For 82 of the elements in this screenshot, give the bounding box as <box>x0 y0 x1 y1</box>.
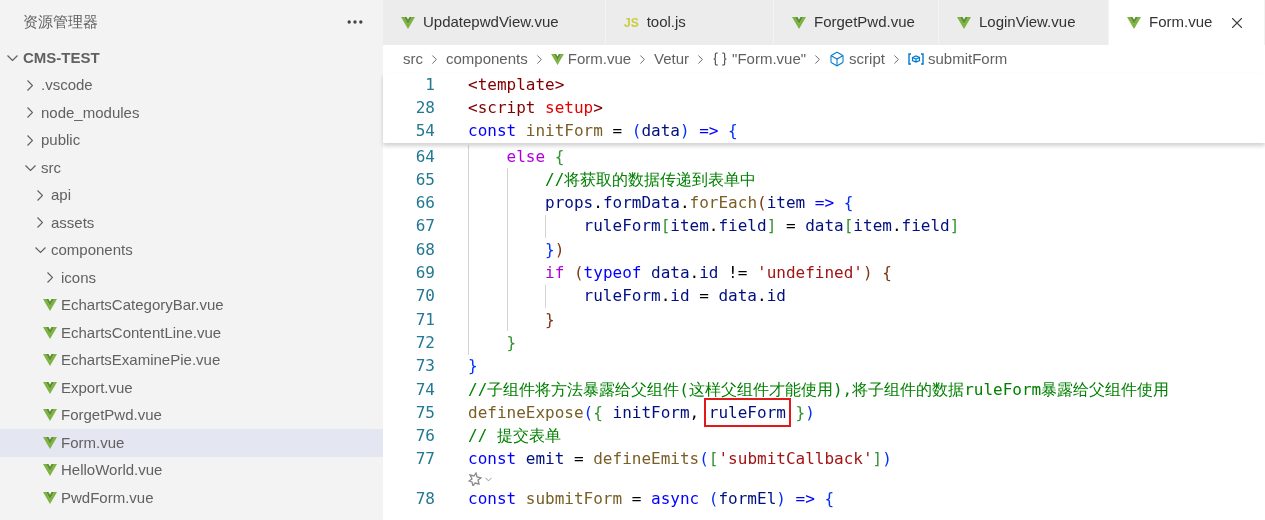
line-number: 64 <box>414 146 435 167</box>
vue-file-icon <box>792 16 806 29</box>
js-file-icon: JS <box>624 13 639 32</box>
breadcrumb-item[interactable]: Form.vue <box>567 47 632 71</box>
line-number: 77 <box>414 449 435 470</box>
line-number: 71 <box>414 309 435 330</box>
code-line: const emit = defineEmits(['submitCallback']) <box>468 449 892 470</box>
editor-tab[interactable]: ForgetPwd.vue <box>774 0 939 45</box>
line-number: 68 <box>414 239 435 260</box>
cube-icon <box>829 51 846 67</box>
line-number: 74 <box>414 379 435 400</box>
line-number: 72 <box>414 332 435 353</box>
file-item[interactable]: Export.vue <box>0 374 383 402</box>
folder-item[interactable]: src <box>0 154 383 182</box>
breadcrumb-item[interactable]: components <box>446 47 528 71</box>
file-item[interactable]: ForgetPwd.vue <box>0 401 383 429</box>
file-item[interactable]: Form.vue <box>0 429 383 457</box>
folder-item[interactable]: assets <box>0 209 383 237</box>
folder-item[interactable]: icons <box>0 264 383 292</box>
line-number: 76 <box>414 426 435 447</box>
editor-tab[interactable]: JS tool.js <box>606 0 774 45</box>
variable-icon <box>907 53 924 65</box>
breadcrumb-item[interactable]: Vetur <box>654 47 690 71</box>
folder-item[interactable]: public <box>0 126 383 154</box>
code-line: //将获取的数据传递到表单中 <box>544 169 757 190</box>
line-number: 73 <box>414 356 435 377</box>
code-line: const initForm = (data) => { <box>468 121 738 142</box>
sidebar-title: 资源管理器 <box>23 11 98 32</box>
vue-file-icon <box>43 464 57 477</box>
vue-file-icon <box>1127 16 1141 29</box>
vue-file-icon <box>550 53 564 65</box>
folder-item[interactable]: api <box>0 181 383 209</box>
vue-file-icon <box>43 491 57 504</box>
vue-file-icon <box>43 299 57 312</box>
folder-item[interactable]: .vscode <box>0 71 383 99</box>
editor-tab[interactable]: UpdatepwdView.vue <box>383 0 606 45</box>
vue-file-icon <box>401 16 415 29</box>
code-line: // 提交表单 <box>468 426 561 447</box>
folder-item[interactable]: components <box>0 236 383 264</box>
code-line: const submitForm = async (formEl) => { <box>468 488 835 509</box>
line-number: 67 <box>414 216 435 237</box>
line-number: 65 <box>414 169 435 190</box>
vue-file-icon <box>43 326 57 339</box>
code-line: if (typeof data.id != 'undefined') { <box>544 263 892 283</box>
vue-file-icon <box>957 16 971 29</box>
line-number: 75 <box>414 402 435 423</box>
line-number: 28 <box>414 97 435 118</box>
code-line: } <box>505 332 517 353</box>
file-item[interactable]: PwdForm.vue <box>0 484 383 512</box>
code-line: } <box>468 356 478 377</box>
editor-tab[interactable]: LoginView.vue <box>939 0 1109 45</box>
folder-item[interactable]: node_modules <box>0 99 383 127</box>
vue-file-icon <box>43 381 57 394</box>
folder-item[interactable]: CMS-TEST <box>0 44 383 72</box>
code-line: ruleForm.id = data.id <box>582 286 786 307</box>
code-line: else { <box>505 146 565 167</box>
code-line: props.formData.forEach(item => { <box>544 193 854 214</box>
line-number: 69 <box>414 263 435 283</box>
line-number: 54 <box>414 121 435 142</box>
code-line: <template> <box>468 74 565 95</box>
code-line: ruleForm[item.field] = data[item.field] <box>582 216 960 237</box>
line-number: 78 <box>414 488 435 509</box>
breadcrumb-item[interactable]: src <box>403 47 423 71</box>
editor-tab[interactable]: Form.vue <box>1109 0 1265 45</box>
line-number: 66 <box>414 193 435 214</box>
breadcrumb-item[interactable]: submitForm <box>927 47 1008 71</box>
code-line: }) <box>544 239 565 260</box>
breadcrumb-item[interactable]: "Form.vue" <box>732 47 807 71</box>
braces-icon <box>712 51 729 67</box>
file-item[interactable]: EchartsContentLine.vue <box>0 319 383 347</box>
vue-file-icon <box>43 409 57 422</box>
vue-file-icon <box>43 354 57 367</box>
file-item[interactable]: EchartsExaminePie.vue <box>0 346 383 374</box>
line-number: 70 <box>414 286 435 307</box>
code-line: } <box>544 309 555 330</box>
file-item[interactable]: HelloWorld.vue <box>0 456 383 484</box>
file-item[interactable]: EchartsCategoryBar.vue <box>0 291 383 319</box>
code-line: <script setup> <box>468 97 603 118</box>
line-number: 1 <box>424 74 435 95</box>
breadcrumb-item[interactable]: script <box>849 47 885 71</box>
vue-file-icon <box>43 436 57 449</box>
code-line: //子组件将方法暴露给父组件(这样父组件才能使用),将子组件的数据ruleForm暴露给父组件使用 <box>468 379 1170 400</box>
